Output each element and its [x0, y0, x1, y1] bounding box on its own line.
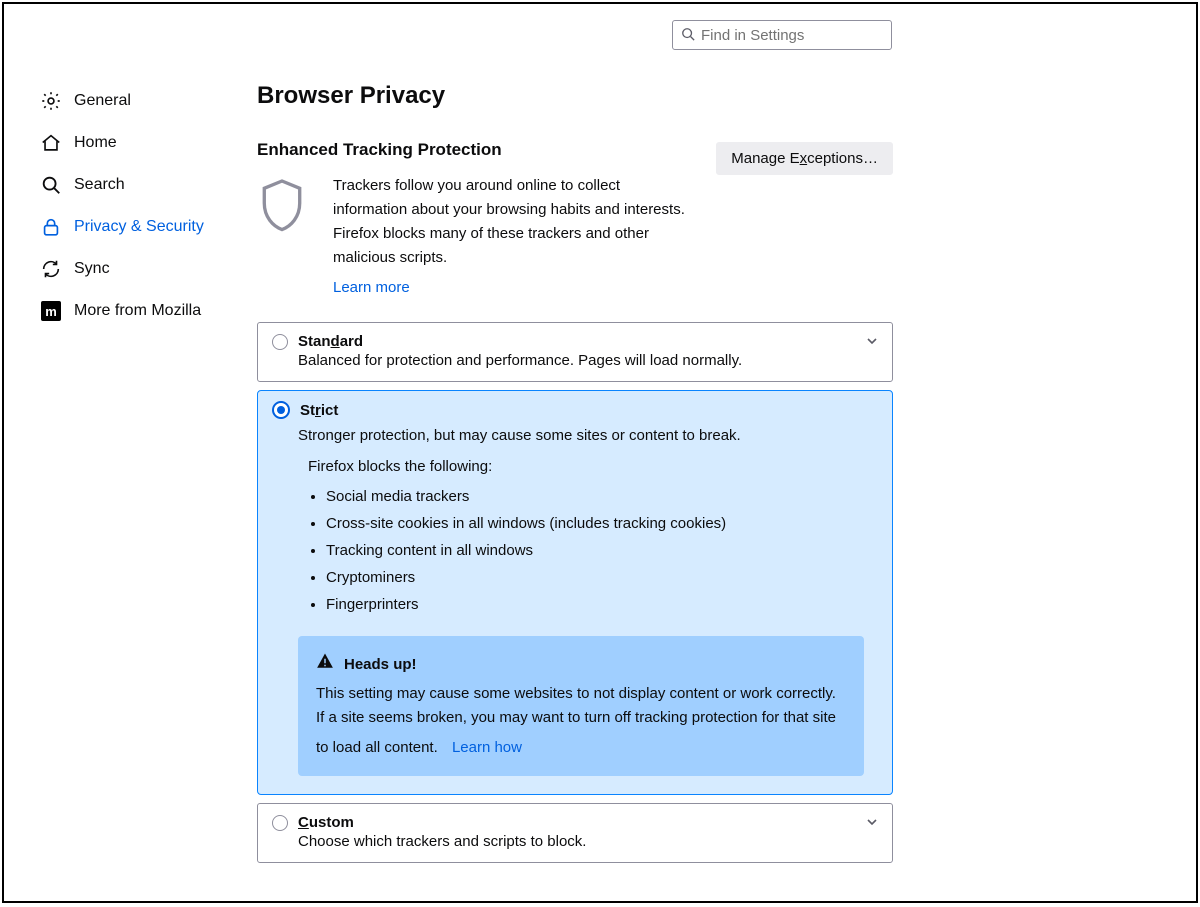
search-icon: [681, 27, 695, 41]
sidebar-item-label: Privacy & Security: [74, 218, 204, 236]
gear-icon: [40, 90, 62, 112]
warning-icon: [316, 652, 334, 678]
settings-main: Browser Privacy Enhanced Tracking Protec…: [257, 82, 893, 871]
settings-search-input[interactable]: [672, 20, 892, 50]
home-icon: [40, 132, 62, 154]
etp-strict-label: Strict: [300, 402, 338, 419]
sidebar-item-label: Home: [74, 134, 117, 152]
etp-option-custom[interactable]: Custom Choose which trackers and scripts…: [257, 803, 893, 863]
radio-custom[interactable]: [272, 815, 288, 831]
etp-custom-label: Custom: [298, 814, 354, 831]
sidebar-item-search[interactable]: Search: [40, 164, 240, 206]
etp-standard-label: Standard: [298, 333, 363, 350]
etp-option-standard[interactable]: Standard Balanced for protection and per…: [257, 322, 893, 382]
manage-exceptions-button[interactable]: Manage Exceptions…: [716, 142, 893, 175]
sidebar-item-label: Sync: [74, 260, 110, 278]
lock-icon: [40, 216, 62, 238]
sidebar-item-label: More from Mozilla: [74, 302, 201, 320]
list-item: Social media trackers: [326, 483, 864, 510]
settings-search-wrap: [672, 20, 892, 50]
list-item: Cryptominers: [326, 564, 864, 591]
search-icon: [40, 174, 62, 196]
etp-custom-desc: Choose which trackers and scripts to blo…: [258, 833, 892, 862]
etp-learn-more-link[interactable]: Learn more: [333, 276, 410, 300]
etp-strict-blocks-label: Firefox blocks the following:: [308, 458, 864, 475]
etp-strict-callout: Heads up! This setting may cause some we…: [298, 636, 864, 776]
sidebar-item-home[interactable]: Home: [40, 122, 240, 164]
chevron-down-icon: [864, 333, 880, 349]
etp-description: Trackers follow you around online to col…: [333, 177, 685, 266]
sidebar-item-sync[interactable]: Sync: [40, 248, 240, 290]
etp-strict-blocks-list: Social media trackers Cross-site cookies…: [308, 483, 864, 618]
learn-how-link[interactable]: Learn how: [452, 736, 522, 760]
sidebar-item-general[interactable]: General: [40, 80, 240, 122]
list-item: Cross-site cookies in all windows (inclu…: [326, 510, 864, 537]
mozilla-icon: m: [40, 300, 62, 322]
chevron-down-icon: [864, 814, 880, 830]
etp-standard-desc: Balanced for protection and performance.…: [258, 352, 892, 381]
list-item: Fingerprinters: [326, 591, 864, 618]
etp-strict-desc: Stronger protection, but may cause some …: [298, 427, 864, 444]
sync-icon: [40, 258, 62, 280]
radio-standard[interactable]: [272, 334, 288, 350]
shield-icon: [257, 174, 311, 240]
settings-sidebar: General Home Search: [40, 80, 240, 332]
list-item: Tracking content in all windows: [326, 537, 864, 564]
etp-option-strict[interactable]: Strict Stronger protection, but may caus…: [257, 390, 893, 795]
callout-title: Heads up!: [344, 653, 417, 677]
sidebar-item-privacy-security[interactable]: Privacy & Security: [40, 206, 240, 248]
sidebar-item-label: Search: [74, 176, 125, 194]
radio-strict[interactable]: [272, 401, 290, 419]
sidebar-item-more-from-mozilla[interactable]: m More from Mozilla: [40, 290, 240, 332]
page-title: Browser Privacy: [257, 82, 893, 110]
sidebar-item-label: General: [74, 92, 131, 110]
callout-body: This setting may cause some websites to …: [316, 685, 836, 756]
